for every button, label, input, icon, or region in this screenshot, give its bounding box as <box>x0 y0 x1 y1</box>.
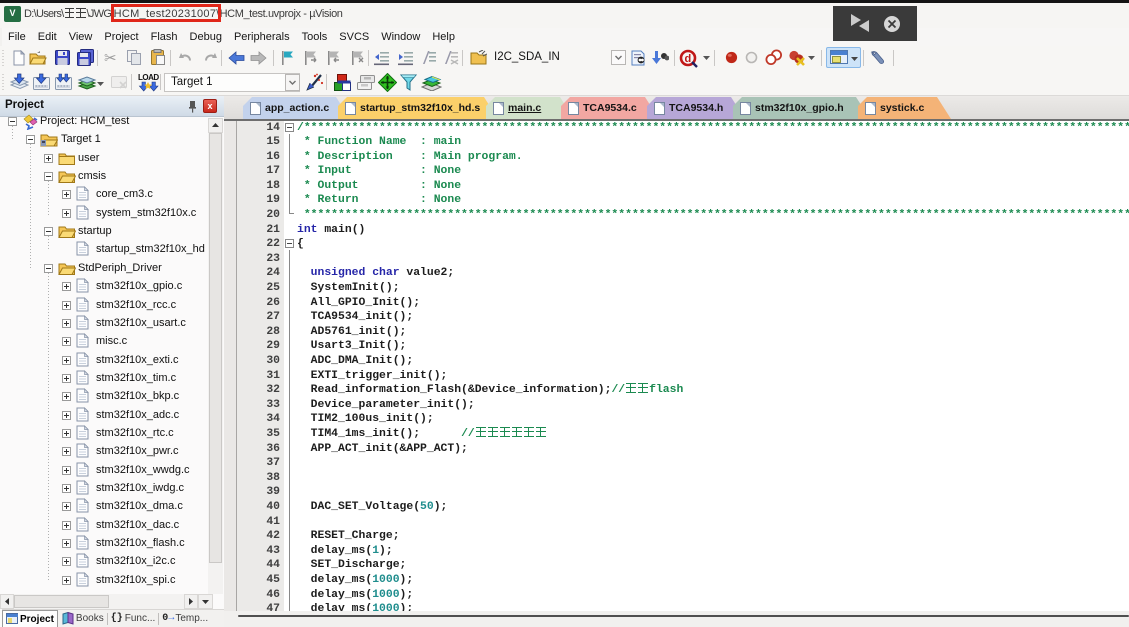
svg-text:d: d <box>685 53 692 65</box>
svg-text:LOAD: LOAD <box>138 73 159 82</box>
